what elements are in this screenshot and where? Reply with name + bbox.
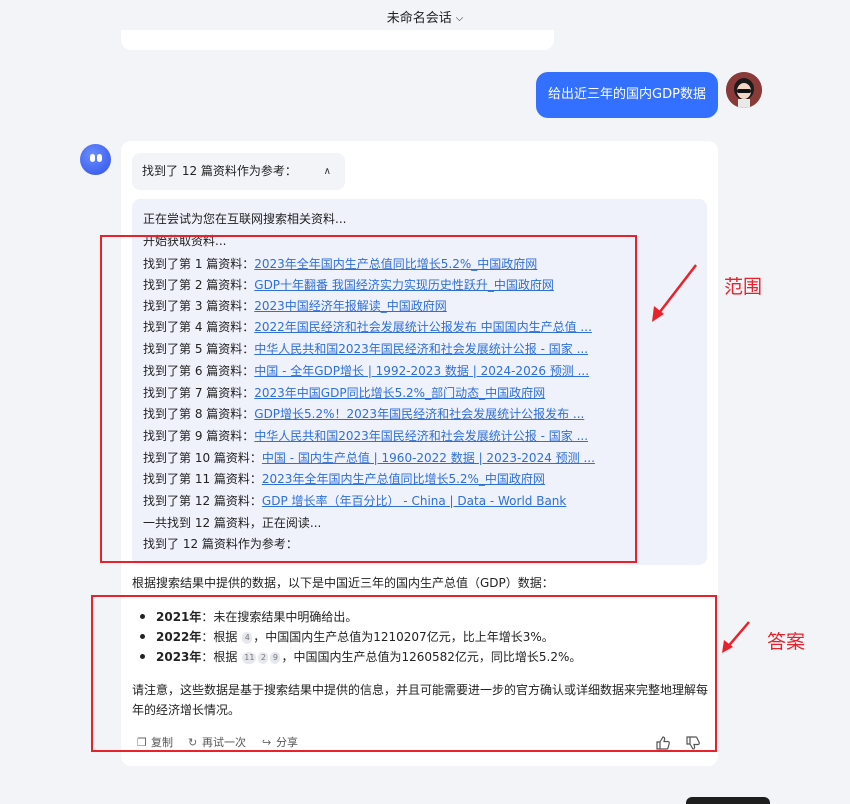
answer-label: 答案 bbox=[767, 631, 806, 653]
floating-tab[interactable] bbox=[686, 797, 770, 804]
answer-highlight-box bbox=[91, 595, 717, 752]
references-toggle[interactable]: 找到了 12 篇资料作为参考： ∧ bbox=[132, 153, 345, 190]
assistant-eye-icon bbox=[97, 154, 102, 162]
user-avatar-icon bbox=[726, 72, 762, 108]
search-progress-line: 正在尝试为您在互联网搜索相关资料... bbox=[143, 210, 346, 228]
assistant-avatar bbox=[80, 144, 111, 175]
range-highlight-box bbox=[100, 235, 637, 563]
search-progress-text: 正在尝试为您在互联网搜索相关资料... bbox=[143, 212, 347, 226]
conversation-title-text: 未命名会话 bbox=[386, 11, 452, 26]
assistant-eye-icon bbox=[90, 154, 95, 162]
user-message-bubble: 给出近三年的国内GDP数据 bbox=[536, 72, 718, 118]
range-label: 范围 bbox=[724, 276, 763, 298]
chevron-up-icon: ∧ bbox=[323, 166, 331, 177]
previous-message-card bbox=[121, 30, 554, 50]
answer-arrow-icon bbox=[722, 621, 750, 653]
answer-intro: 根据搜索结果中提供的数据，以下是中国近三年的国内生产总值（GDP）数据： bbox=[132, 576, 554, 590]
user-avatar[interactable] bbox=[726, 72, 762, 108]
range-arrow-icon bbox=[652, 264, 697, 322]
references-toggle-label: 找到了 12 篇资料作为参考： bbox=[142, 164, 297, 178]
